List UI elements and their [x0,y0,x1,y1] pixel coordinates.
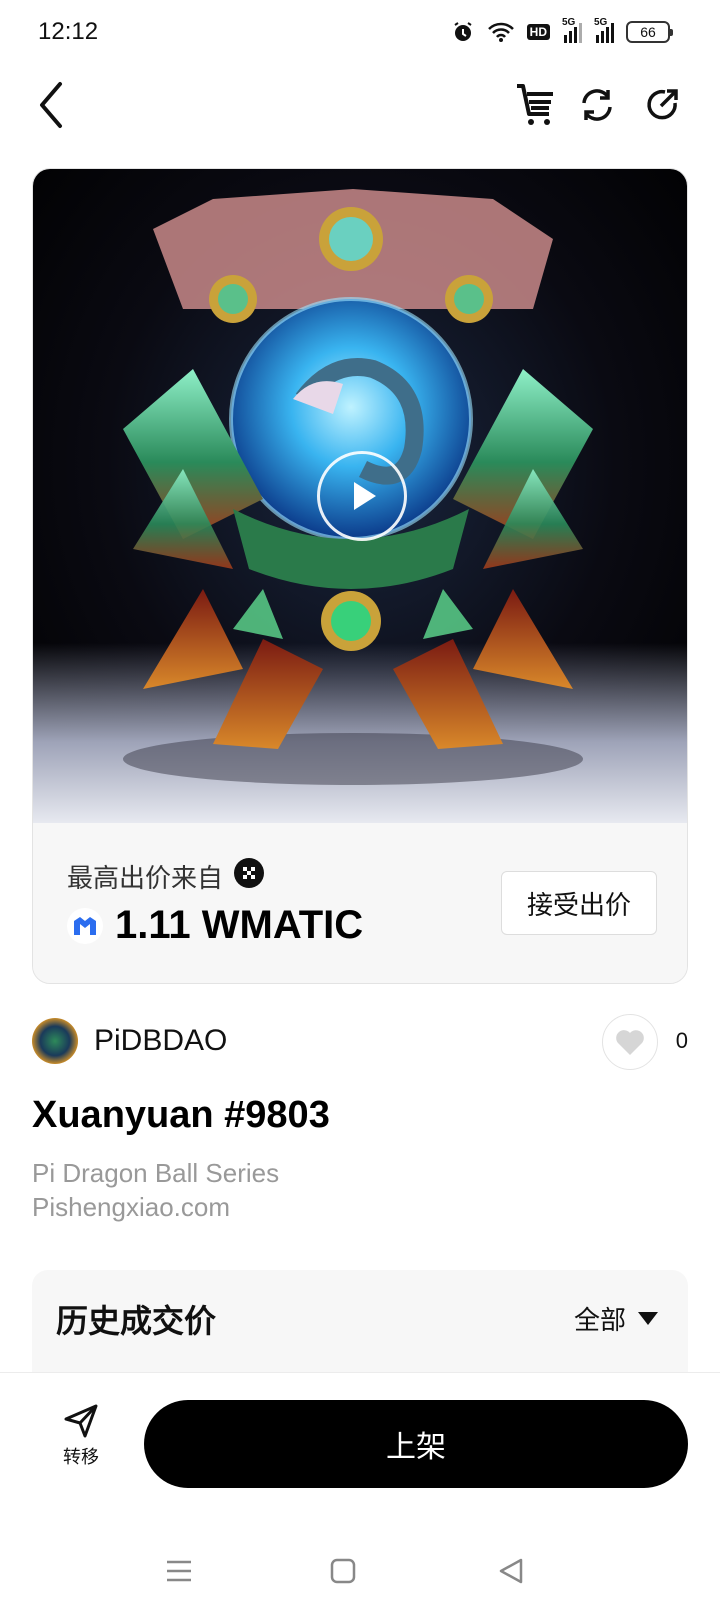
highest-bid-label-row: 最高出价来自 [67,857,265,896]
status-icons: HD 5G 5G 66 [451,16,673,48]
highest-bid-value-row: 1.11 WMATIC [67,903,363,948]
like-count: 0 [675,1028,688,1053]
back-nav-button[interactable] [494,1554,528,1588]
status-time: 12:12 [38,18,99,45]
highest-bid-value: 1.11 WMATIC [115,903,364,947]
back-button[interactable] [26,80,76,130]
share-icon [647,89,678,120]
creator-avatar[interactable] [32,1018,78,1064]
creator-row: PiDBDAO 0 [32,1014,688,1070]
back-triangle-icon [499,1558,523,1584]
wifi-icon [487,21,515,43]
chevron-left-icon [40,82,62,128]
item-title: Xuanyuan #9803 [32,1094,330,1136]
play-button[interactable] [317,451,407,541]
menu-icon [167,1560,191,1582]
list-for-sale-button[interactable]: 上架 [144,1400,688,1488]
like-button[interactable] [602,1014,658,1070]
bidder-avatar-icon[interactable] [233,857,265,896]
item-series: Pi Dragon Ball Series [32,1158,280,1188]
system-nav-bar [0,1540,720,1600]
refresh-button[interactable] [572,80,622,130]
matic-icon [67,907,103,944]
send-icon [64,1404,98,1438]
bottom-action-bar: 转移 上架 [0,1372,720,1502]
menu-nav-button[interactable] [162,1554,196,1588]
cart-button[interactable] [510,80,560,130]
status-bar: 12:12 HD 5G 5G 66 [0,0,720,64]
item-description: Pi Dragon Ball Series Pishengxiao.com [32,1156,279,1224]
signal-icon-2: 5G [594,17,614,43]
nft-card: 最高出价来自 1.11 WMATIC 接受出价 [32,168,688,984]
highest-bid-panel: 最高出价来自 1.11 WMATIC 接受出价 [33,823,687,983]
highest-bid-label: 最高出价来自 [67,863,224,893]
transfer-button[interactable]: 转移 [46,1403,116,1483]
transfer-label: 转移 [63,1447,99,1467]
home-square-icon [330,1558,356,1584]
share-button[interactable] [638,80,688,130]
price-history-section: 历史成交价 全部 [32,1270,688,1380]
price-history-filter[interactable]: 全部 [574,1300,658,1337]
item-website[interactable]: Pishengxiao.com [32,1190,279,1224]
alarm-icon [451,20,475,44]
top-nav [0,70,720,140]
play-icon [354,482,376,510]
refresh-icon [582,89,612,121]
nft-artwork[interactable] [33,169,687,823]
battery-icon: 66 [626,21,673,43]
accept-bid-button[interactable]: 接受出价 [501,871,657,935]
price-history-filter-label: 全部 [573,1305,626,1335]
price-history-title: 历史成交价 [56,1303,217,1339]
signal-icon-1: 5G [562,17,582,43]
hd-badge: HD [526,24,550,40]
cart-icon [517,84,553,125]
heart-icon [616,1030,644,1055]
creator-name[interactable]: PiDBDAO [94,1024,227,1058]
home-nav-button[interactable] [326,1554,360,1588]
caret-down-icon [638,1311,658,1325]
